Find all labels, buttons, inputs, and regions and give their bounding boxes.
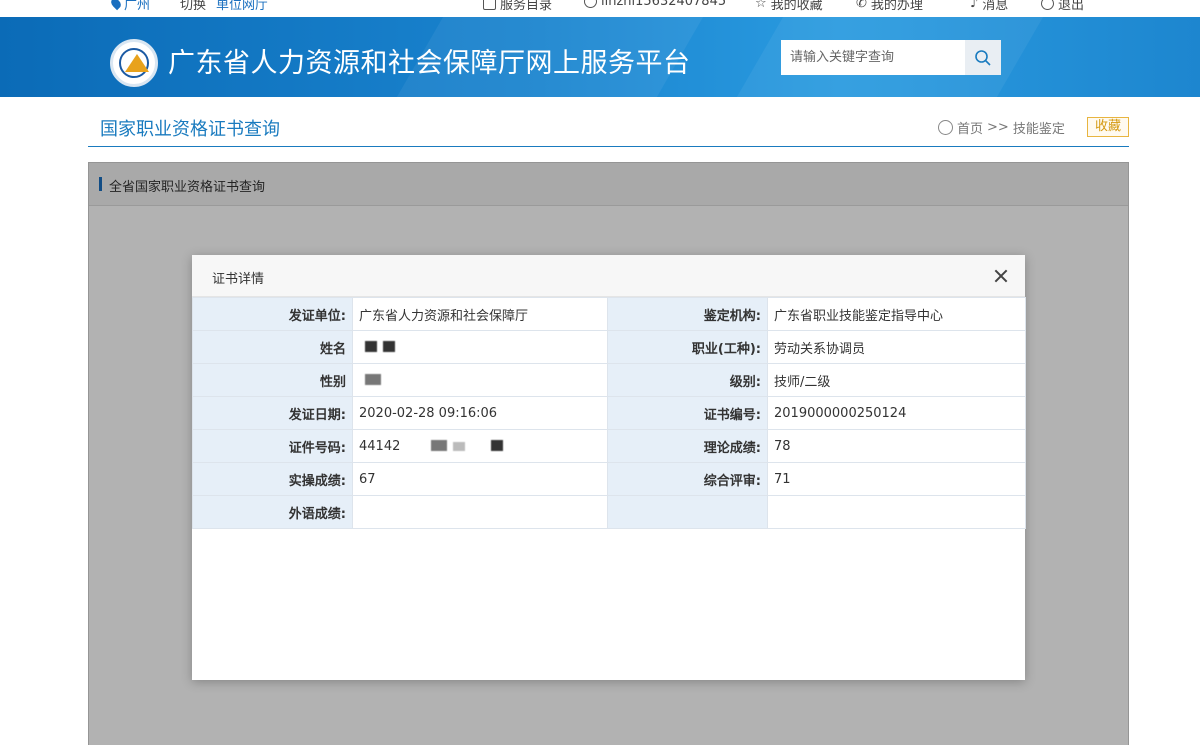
search-input[interactable] bbox=[781, 40, 965, 75]
title-divider bbox=[88, 146, 1129, 147]
panel-header: 全省国家职业资格证书查询 bbox=[89, 163, 1128, 206]
search-box bbox=[781, 40, 1001, 75]
id-number-prefix: 44142 bbox=[359, 438, 401, 454]
issuer-label: 发证单位: bbox=[192, 297, 353, 331]
grid-icon bbox=[483, 0, 496, 10]
unit-hall-link[interactable]: 单位网厅 bbox=[216, 0, 268, 13]
dialog-title: 证书详情 bbox=[212, 272, 265, 287]
messages-link[interactable]: ♪ 消息 bbox=[970, 0, 1008, 13]
logout-link[interactable]: 退出 bbox=[1041, 0, 1084, 13]
appraisal-org-value: 广东省职业技能鉴定指导中心 bbox=[767, 297, 1026, 331]
my-favorites-link[interactable]: ☆ 我的收藏 bbox=[755, 0, 823, 13]
table-row: 发证单位: 广东省人力资源和社会保障厅 鉴定机构: 广东省职业技能鉴定指导中心 bbox=[192, 297, 1026, 331]
certificate-number-value: 2019000000250124 bbox=[767, 396, 1026, 430]
user-icon bbox=[584, 0, 597, 8]
location-selector[interactable]: 广州 bbox=[109, 0, 151, 13]
id-number-label: 证件号码: bbox=[192, 429, 353, 463]
certificate-detail-table: 发证单位: 广东省人力资源和社会保障厅 鉴定机构: 广东省职业技能鉴定指导中心 … bbox=[192, 297, 1026, 529]
top-utility-bar: 广州 切换 单位网厅 服务目录 linzhi15632407845 ☆ 我的收藏… bbox=[0, 0, 1200, 17]
issue-date-label: 发证日期: bbox=[192, 396, 353, 430]
overall-review-value: 71 bbox=[767, 462, 1026, 496]
id-number-value-partial: 44142 bbox=[352, 429, 608, 463]
switch-link[interactable]: 切换 bbox=[180, 0, 206, 13]
practical-score-label: 实操成绩: bbox=[192, 462, 353, 496]
panel-accent-bar bbox=[99, 177, 102, 191]
breadcrumb-separator: >> bbox=[987, 120, 1009, 135]
user-account-link[interactable]: linzhi15632407845 bbox=[584, 0, 726, 9]
page-title: 国家职业资格证书查询 bbox=[100, 119, 280, 140]
location-pin-icon bbox=[109, 0, 123, 11]
favorite-button[interactable]: 收藏 bbox=[1087, 117, 1129, 137]
level-value: 技师/二级 bbox=[767, 363, 1026, 397]
service-directory-link[interactable]: 服务目录 bbox=[483, 0, 552, 13]
empty-value-cell bbox=[767, 495, 1026, 529]
practical-score-value: 67 bbox=[352, 462, 608, 496]
empty-label-cell bbox=[607, 495, 768, 529]
breadcrumb-current[interactable]: 技能鉴定 bbox=[1013, 118, 1065, 137]
appraisal-org-label: 鉴定机构: bbox=[607, 297, 768, 331]
search-icon bbox=[975, 49, 991, 66]
breadcrumb-home[interactable]: 首页 bbox=[957, 118, 983, 137]
table-row: 性别 级别: 技师/二级 bbox=[192, 363, 1026, 397]
overall-review-label: 综合评审: bbox=[607, 462, 768, 496]
breadcrumb: 首页 >> 技能鉴定 bbox=[938, 118, 1065, 137]
star-icon: ☆ bbox=[755, 0, 767, 11]
level-label: 级别: bbox=[607, 363, 768, 397]
site-logo[interactable] bbox=[110, 39, 158, 87]
home-circle-icon bbox=[938, 120, 953, 135]
issue-date-value: 2020-02-28 09:16:06 bbox=[352, 396, 608, 430]
foreign-language-score-label: 外语成绩: bbox=[192, 495, 353, 529]
issuer-value: 广东省人力资源和社会保障厅 bbox=[352, 297, 608, 331]
site-header: 广东省人力资源和社会保障厅网上服务平台 bbox=[0, 17, 1200, 97]
city-label: 广州 bbox=[124, 0, 151, 13]
site-title[interactable]: 广东省人力资源和社会保障厅网上服务平台 bbox=[168, 41, 691, 80]
search-button[interactable] bbox=[965, 40, 1001, 75]
dialog-header: 证书详情 bbox=[192, 255, 1025, 297]
power-icon bbox=[1041, 0, 1054, 10]
table-row: 证件号码: 44142 理论成绩: 78 bbox=[192, 429, 1026, 463]
name-value-redacted bbox=[352, 330, 608, 364]
panel-title: 全省国家职业资格证书查询 bbox=[109, 180, 266, 195]
occupation-value: 劳动关系协调员 bbox=[767, 330, 1026, 364]
foreign-language-score-value bbox=[352, 495, 608, 529]
certificate-detail-dialog: 证书详情 发证单位: 广东省人力资源和社会保障厅 鉴定机构: 广东省职业技能鉴定… bbox=[192, 255, 1026, 680]
table-row: 实操成绩: 67 综合评审: 71 bbox=[192, 462, 1026, 496]
gender-label: 性别 bbox=[192, 363, 353, 397]
name-label: 姓名 bbox=[192, 330, 353, 364]
bell-icon: ♪ bbox=[970, 0, 979, 11]
table-row: 姓名 职业(工种): 劳动关系协调员 bbox=[192, 330, 1026, 364]
occupation-label: 职业(工种): bbox=[607, 330, 768, 364]
gender-value-redacted bbox=[352, 363, 608, 397]
my-business-link[interactable]: ✆ 我的办理 bbox=[856, 0, 923, 13]
close-icon[interactable] bbox=[991, 266, 1011, 286]
table-row: 发证日期: 2020-02-28 09:16:06 证书编号: 20190000… bbox=[192, 396, 1026, 430]
certificate-number-label: 证书编号: bbox=[607, 396, 768, 430]
phone-icon: ✆ bbox=[856, 0, 867, 11]
theory-score-label: 理论成绩: bbox=[607, 429, 768, 463]
theory-score-value: 78 bbox=[767, 429, 1026, 463]
table-row: 外语成绩: bbox=[192, 495, 1026, 529]
